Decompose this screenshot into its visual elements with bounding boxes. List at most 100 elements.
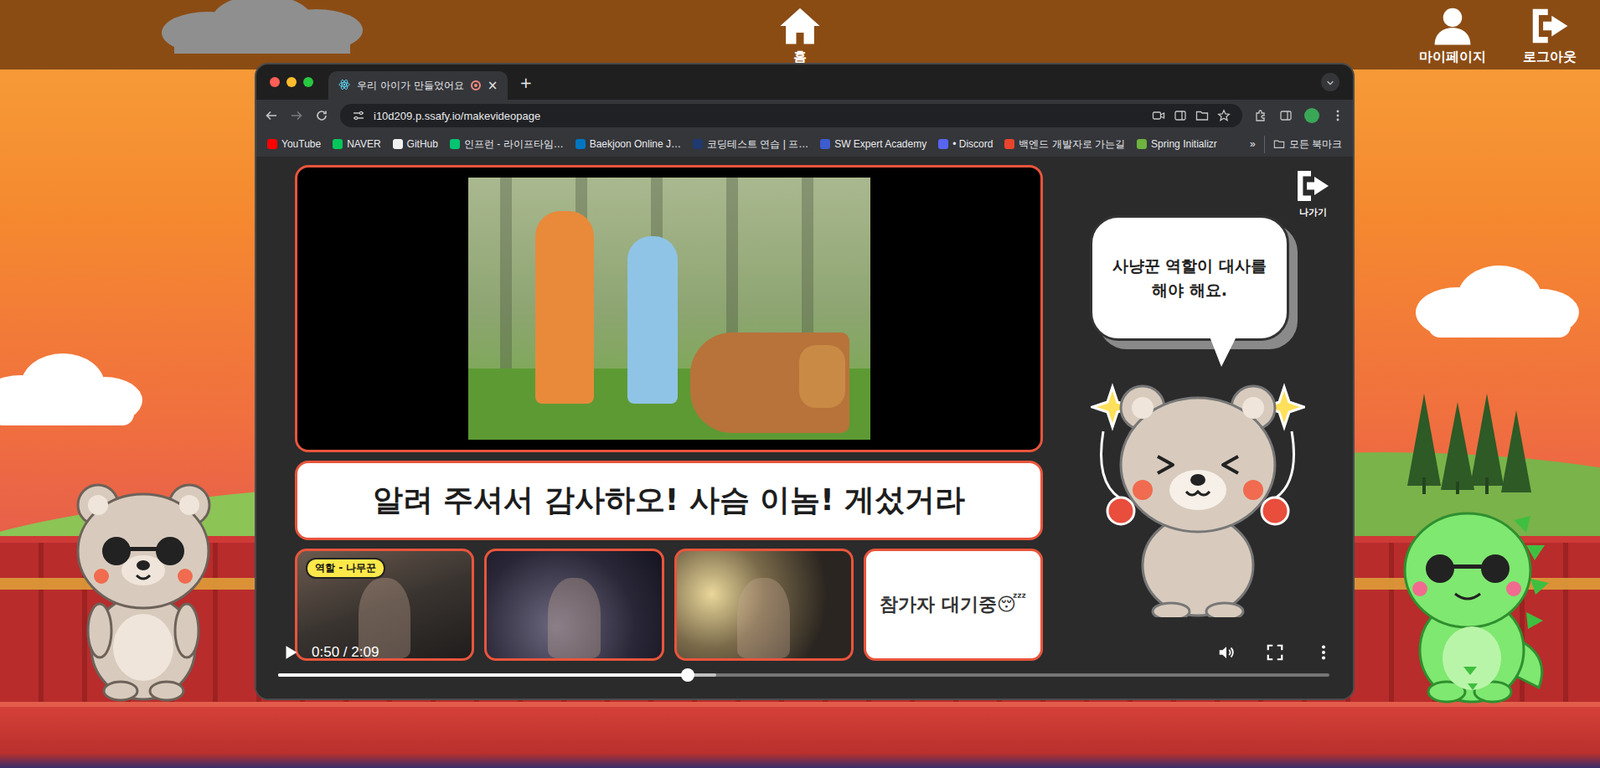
translate-icon[interactable]	[1195, 108, 1209, 123]
bookmarks-bar: YouTube NAVER GitHub 인프런 - 라이프타임… Baekjoon O…	[256, 131, 1353, 158]
extensions-icon[interactable]	[1254, 108, 1268, 123]
zoom-light[interactable]	[303, 77, 314, 88]
bookmark[interactable]: 백엔드 개발자로 가는길	[1000, 135, 1130, 154]
forward-icon[interactable]	[289, 108, 304, 123]
tab-close-button[interactable]: ×	[487, 77, 499, 93]
bookmark[interactable]: NAVER	[328, 136, 385, 152]
address-bar[interactable]: i10d209.p.ssafy.io/makevideopage	[340, 103, 1243, 128]
logout-label[interactable]: 로그아웃	[1522, 48, 1577, 67]
mypage-link[interactable]: 마이페이지	[1419, 3, 1487, 67]
bookmark[interactable]: Spring Initializr	[1132, 136, 1222, 152]
bookmark-label[interactable]: YouTube	[281, 138, 321, 150]
home-link[interactable]: 홈	[777, 3, 823, 67]
bookmark[interactable]: GitHub	[388, 136, 443, 152]
guide-column: 나가기사냥꾼 역할이 대사를 해야 해요.	[1042, 157, 1353, 699]
cloud-left	[0, 351, 143, 431]
cloud-right	[1411, 263, 1580, 343]
waiting-text: 참가자 대기중😴	[879, 592, 1027, 618]
bookmark-favicon-icon	[332, 139, 343, 150]
bookmark-favicon-icon	[938, 139, 949, 150]
participant-tile: 역할 - 나무꾼	[294, 548, 475, 661]
bookmark-label[interactable]: 백엔드 개발자로 가는길	[1018, 137, 1126, 152]
mypage-label[interactable]: 마이페이지	[1419, 48, 1487, 67]
back-icon[interactable]	[264, 108, 279, 123]
sunglasses-bear	[66, 471, 222, 706]
reload-icon[interactable]	[314, 108, 329, 123]
home-icon[interactable]	[777, 3, 823, 49]
bookmark[interactable]: • Discord	[934, 136, 997, 152]
subtitle-text: 알려 주셔서 감사하오! 사슴 이놈! 게섰거라	[372, 480, 966, 522]
bubble-text: 사냥꾼 역할이 대사를 해야 해요.	[1105, 253, 1274, 304]
folder-icon[interactable]	[1273, 138, 1286, 150]
browser-window: 우리 아이가 만들었어요 × + i10d209.p.ssafy.io/makevid…	[254, 62, 1355, 701]
react-icon	[338, 78, 351, 93]
participant-tile: 참가자 대기중😴	[863, 548, 1043, 661]
star-icon[interactable]	[1217, 108, 1231, 123]
stage-column: 알려 주셔서 감사하오! 사슴 이놈! 게섰거라역할 - 나무꾼 참가자 대기중😴	[256, 157, 1043, 699]
bookmark-label[interactable]: NAVER	[346, 138, 381, 150]
sidepanel-icon[interactable]	[1279, 108, 1293, 123]
menu-icon[interactable]	[1331, 108, 1345, 123]
bookmark-label[interactable]: GitHub	[407, 138, 439, 150]
close-light[interactable]	[269, 77, 280, 88]
recording-dot	[474, 83, 478, 88]
participant-video	[547, 578, 600, 659]
dino-character	[1388, 495, 1556, 708]
participant-tile	[674, 548, 854, 661]
bookmark-label[interactable]: • Discord	[952, 138, 993, 150]
bookmark-label[interactable]: Baekjoon Online J…	[589, 138, 682, 150]
participant-video	[737, 578, 790, 659]
bookmark[interactable]: Baekjoon Online J…	[571, 136, 686, 152]
nav-right: 마이페이지 로그아웃	[1419, 3, 1600, 67]
bookmark-favicon-icon	[692, 139, 703, 150]
speech-bubble: 사냥꾼 역할이 대사를 해야 해요.	[1089, 215, 1290, 341]
exit-button[interactable]: 나가기	[1292, 165, 1353, 219]
logout-link[interactable]: 로그아웃	[1522, 3, 1577, 67]
page-content: 알려 주셔서 감사하오! 사슴 이놈! 게섰거라역할 - 나무꾼 참가자 대기중😴…	[256, 157, 1353, 699]
time-display: 0:50 / 2:09	[311, 644, 379, 661]
video-controls: 0:50 / 2:09	[256, 621, 1353, 699]
bookmark-favicon-icon	[267, 139, 278, 150]
window-controls	[264, 77, 320, 88]
more-bookmarks-button[interactable]: »	[1249, 138, 1256, 150]
browser-tab[interactable]: 우리 아이가 만들었어요 ×	[328, 71, 508, 100]
exit-icon[interactable]	[1292, 165, 1333, 207]
bookmark-label[interactable]: 코딩테스트 연습 | 프…	[707, 137, 809, 152]
play-icon[interactable]	[281, 643, 300, 662]
bookmark[interactable]: SW Expert Academy	[815, 136, 931, 152]
install-icon[interactable]	[1173, 108, 1188, 123]
bookmark[interactable]: YouTube	[263, 136, 326, 152]
bookmark-label[interactable]: SW Expert Academy	[834, 138, 927, 150]
logout-icon[interactable]	[1527, 3, 1573, 49]
tab-search-button[interactable]	[1321, 72, 1340, 92]
trees-right	[1407, 393, 1533, 498]
person-icon[interactable]	[1429, 3, 1476, 49]
subtitle-box: 알려 주셔서 감사하오! 사슴 이놈! 게섰거라	[294, 460, 1043, 541]
fullscreen-icon[interactable]	[1265, 643, 1285, 662]
bookmark-favicon-icon	[1136, 139, 1147, 150]
new-tab-button[interactable]: +	[516, 73, 532, 92]
minimize-light[interactable]	[286, 77, 297, 88]
bookmark[interactable]: 코딩테스트 연습 | 프…	[688, 135, 813, 154]
site-settings-icon[interactable]	[351, 108, 366, 123]
all-bookmarks[interactable]: 모든 북마크	[1264, 135, 1347, 154]
camera-icon[interactable]	[1151, 108, 1166, 123]
seek-thumb[interactable]	[681, 668, 695, 682]
seek-bar[interactable]	[278, 673, 1330, 677]
bookmark-label[interactable]: 인프런 - 라이프타임…	[464, 137, 564, 152]
tab-title[interactable]: 우리 아이가 만들었어요	[356, 78, 465, 93]
bookmark[interactable]: 인프런 - 라이프타임…	[445, 135, 568, 154]
profile-avatar[interactable]	[1304, 108, 1320, 124]
bookmark-favicon-icon	[1004, 139, 1015, 150]
chevron-down-icon[interactable]	[1326, 74, 1335, 91]
exit-label[interactable]: 나가기	[1299, 206, 1327, 219]
url-text[interactable]: i10d209.p.ssafy.io/makevideopage	[373, 109, 1144, 123]
bookmark-label[interactable]: Spring Initializr	[1150, 138, 1218, 150]
participant-row: 역할 - 나무꾼 참가자 대기중😴	[294, 548, 1043, 661]
all-bookmarks-label[interactable]: 모든 북마크	[1289, 137, 1342, 152]
woodcutter-figure	[627, 236, 678, 404]
more-icon[interactable]	[1314, 643, 1333, 662]
control-buttons	[1217, 643, 1333, 662]
volume-icon[interactable]	[1217, 643, 1236, 662]
cheering-bear	[1090, 372, 1306, 618]
